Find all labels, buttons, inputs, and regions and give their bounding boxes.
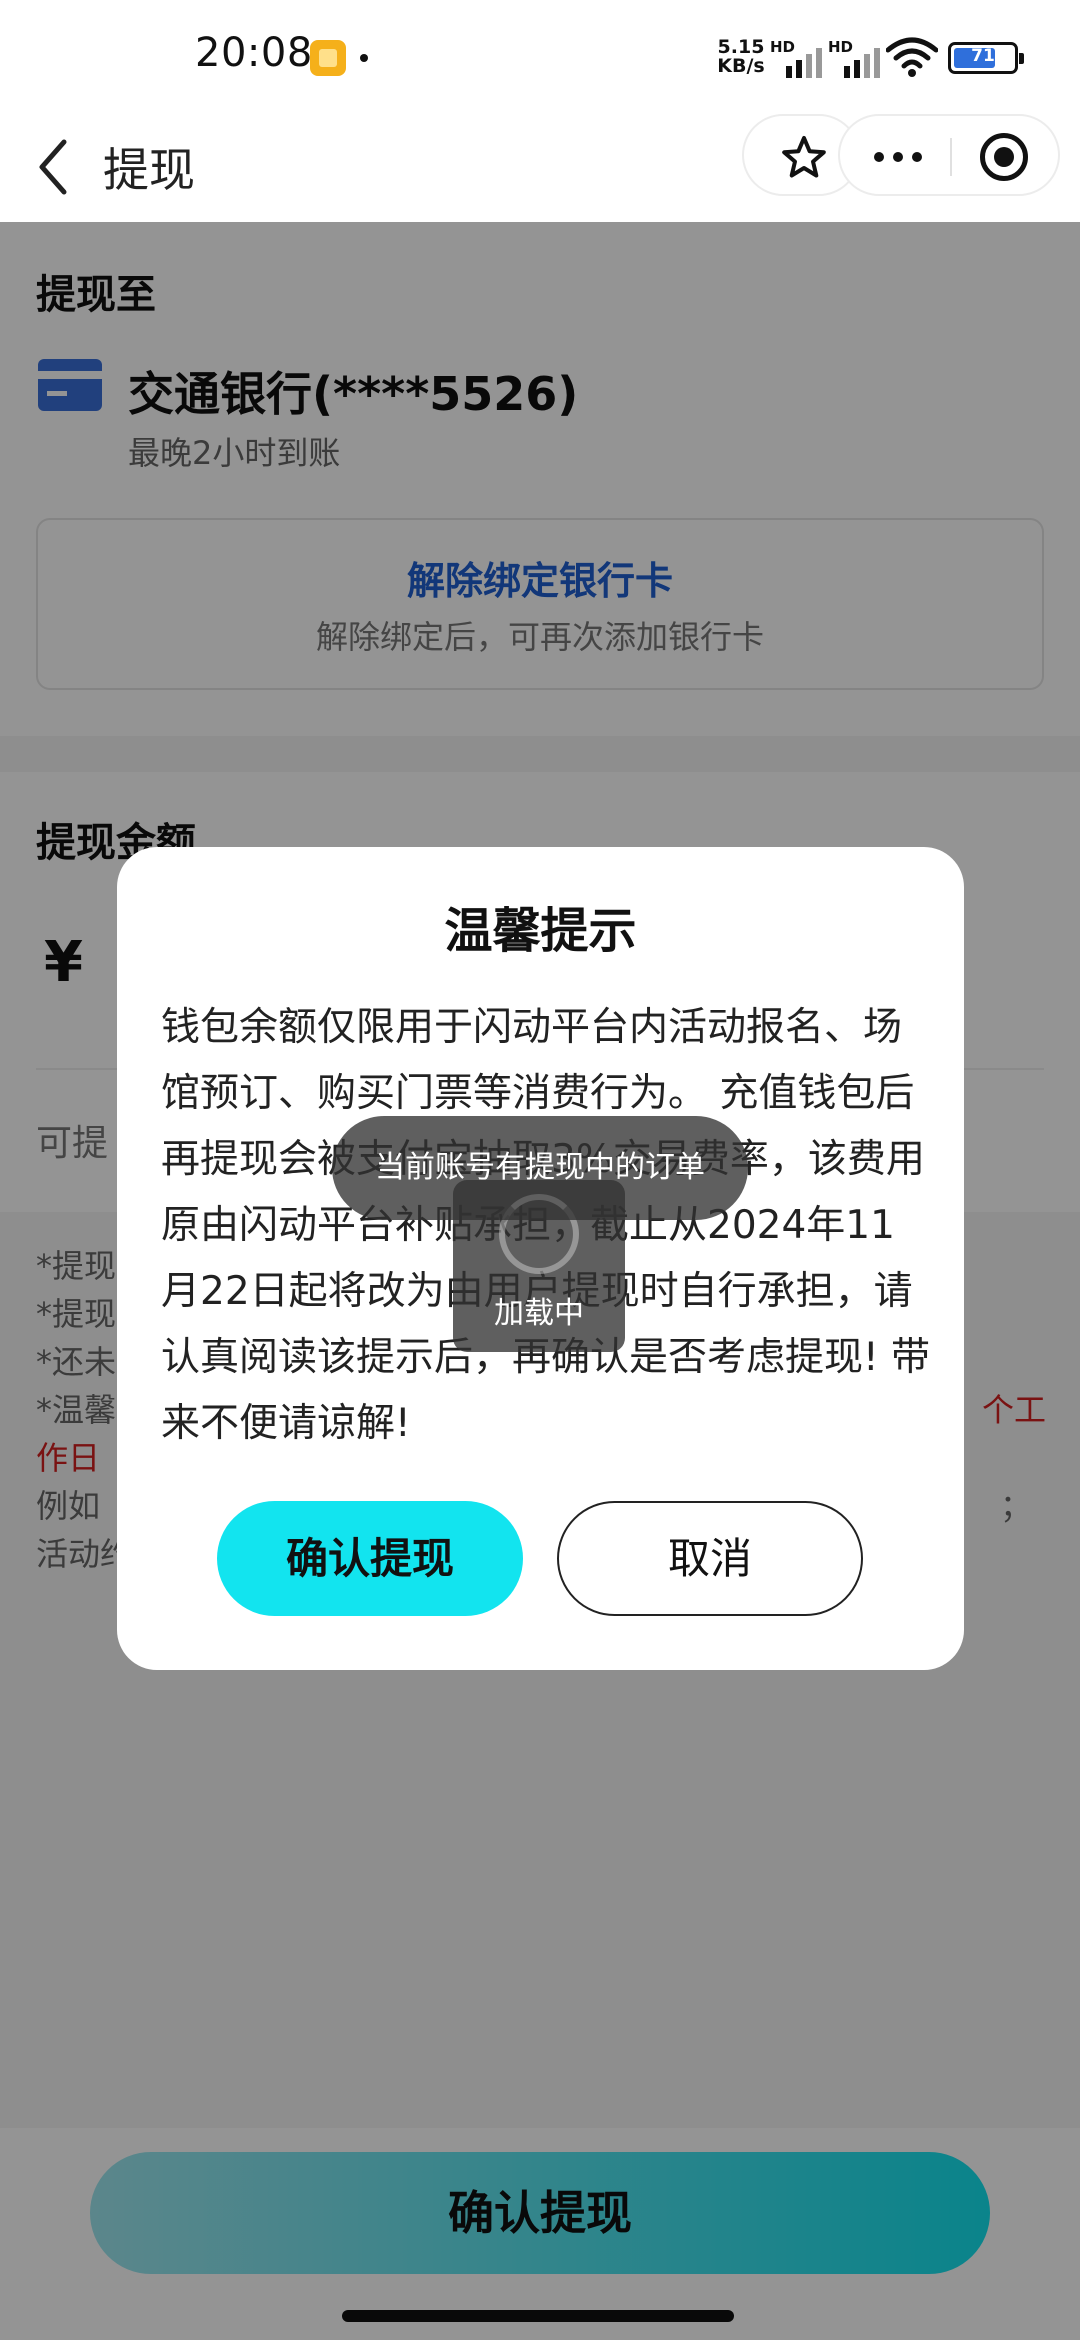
page-title: 提现: [103, 143, 195, 197]
mini-program-capsule: [838, 114, 1060, 196]
star-icon: [782, 136, 826, 178]
battery-icon: 71: [948, 42, 1024, 74]
chevron-left-icon[interactable]: [30, 132, 74, 202]
notification-dot-icon: [360, 54, 368, 62]
sim2-hd-label: HD: [828, 38, 854, 56]
capsule-divider: [950, 138, 952, 176]
network-speed: 5.15 KB/s: [716, 38, 766, 76]
nav-bar: 提现: [0, 112, 1080, 222]
dialog-title: 温馨提示: [444, 903, 637, 959]
battery-level: 71: [971, 46, 995, 66]
loading-label: 加载中: [494, 1296, 584, 1331]
dialog-confirm-button[interactable]: 确认提现: [217, 1501, 523, 1616]
status-time: 20:08: [195, 30, 313, 76]
wifi-icon: [886, 37, 938, 77]
signal-1-icon: HD: [770, 38, 828, 78]
dialog-cancel-button[interactable]: 取消: [557, 1501, 863, 1616]
pending-order-toast: 当前账号有提现中的订单: [332, 1116, 748, 1220]
sim1-hd-label: HD: [770, 38, 796, 56]
withdraw-screen: 20:08 5.15 KB/s HD HD 71 提现 提现至 交通银行(***…: [0, 0, 1080, 2340]
status-bar: 20:08 5.15 KB/s HD HD 71: [0, 0, 1080, 112]
target-circle-icon[interactable]: [980, 133, 1028, 181]
notification-app-icon: [310, 40, 346, 76]
network-speed-unit: KB/s: [717, 55, 765, 77]
signal-2-icon: HD: [828, 38, 886, 78]
